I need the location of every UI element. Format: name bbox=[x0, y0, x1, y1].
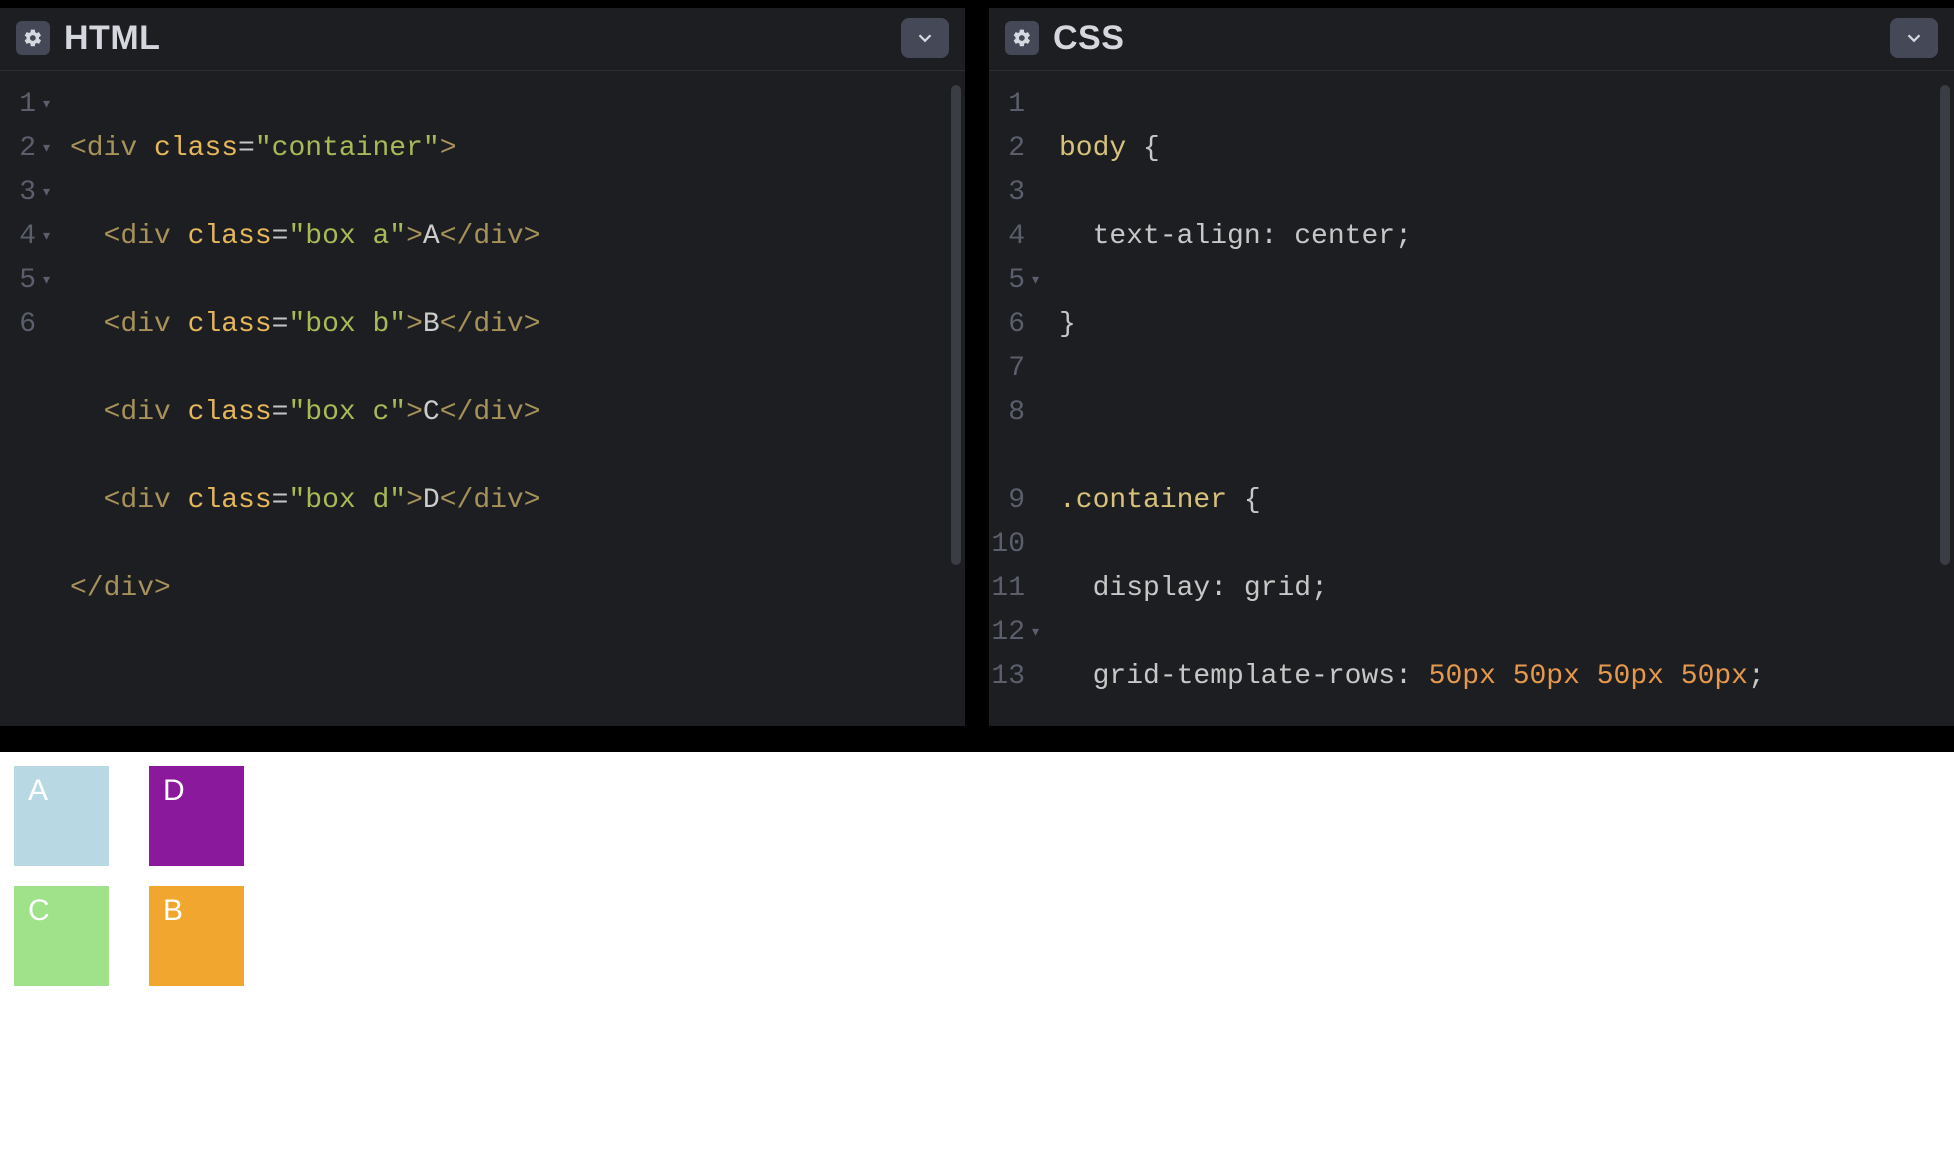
gear-icon[interactable] bbox=[16, 21, 50, 55]
scrollbar[interactable] bbox=[1940, 85, 1950, 565]
chevron-down-icon[interactable] bbox=[1890, 18, 1938, 58]
grid-container: A D C B bbox=[14, 766, 1940, 986]
horizontal-splitter[interactable] bbox=[0, 726, 1954, 752]
scrollbar[interactable] bbox=[951, 85, 961, 565]
html-gutter: 1▾ 2▾ 3▾ 4▾ 5▾ 6 bbox=[0, 71, 58, 726]
html-panel-header: HTML bbox=[0, 8, 965, 71]
box-c: C bbox=[14, 886, 109, 986]
html-code-editor[interactable]: 1▾ 2▾ 3▾ 4▾ 5▾ 6 <div class="container">… bbox=[0, 71, 965, 726]
css-gutter: 1 2 3 4 5▾ 6 7 8 9 10 11 12▾ 13 bbox=[989, 71, 1047, 726]
panel-splitter[interactable] bbox=[965, 8, 989, 726]
gear-icon[interactable] bbox=[1005, 21, 1039, 55]
html-panel-title: HTML bbox=[64, 19, 160, 58]
css-panel-header: CSS bbox=[989, 8, 1954, 71]
css-panel-title: CSS bbox=[1053, 19, 1124, 58]
html-code[interactable]: <div class="container"> <div class="box … bbox=[58, 71, 965, 726]
css-code[interactable]: body { text-align: center; } .container … bbox=[1047, 71, 1954, 726]
editor-area: HTML 1▾ 2▾ 3▾ 4▾ 5▾ 6 <div class="contai… bbox=[0, 6, 1954, 726]
box-d: D bbox=[149, 766, 244, 866]
box-a: A bbox=[14, 766, 109, 866]
css-code-editor[interactable]: 1 2 3 4 5▾ 6 7 8 9 10 11 12▾ 13 body { t… bbox=[989, 71, 1954, 726]
output-preview: A D C B bbox=[0, 752, 1954, 1152]
chevron-down-icon[interactable] bbox=[901, 18, 949, 58]
box-b: B bbox=[149, 886, 244, 986]
css-panel: CSS 1 2 3 4 5▾ 6 7 8 9 10 11 12▾ 13 bbox=[989, 8, 1954, 726]
html-panel: HTML 1▾ 2▾ 3▾ 4▾ 5▾ 6 <div class="contai… bbox=[0, 8, 965, 726]
